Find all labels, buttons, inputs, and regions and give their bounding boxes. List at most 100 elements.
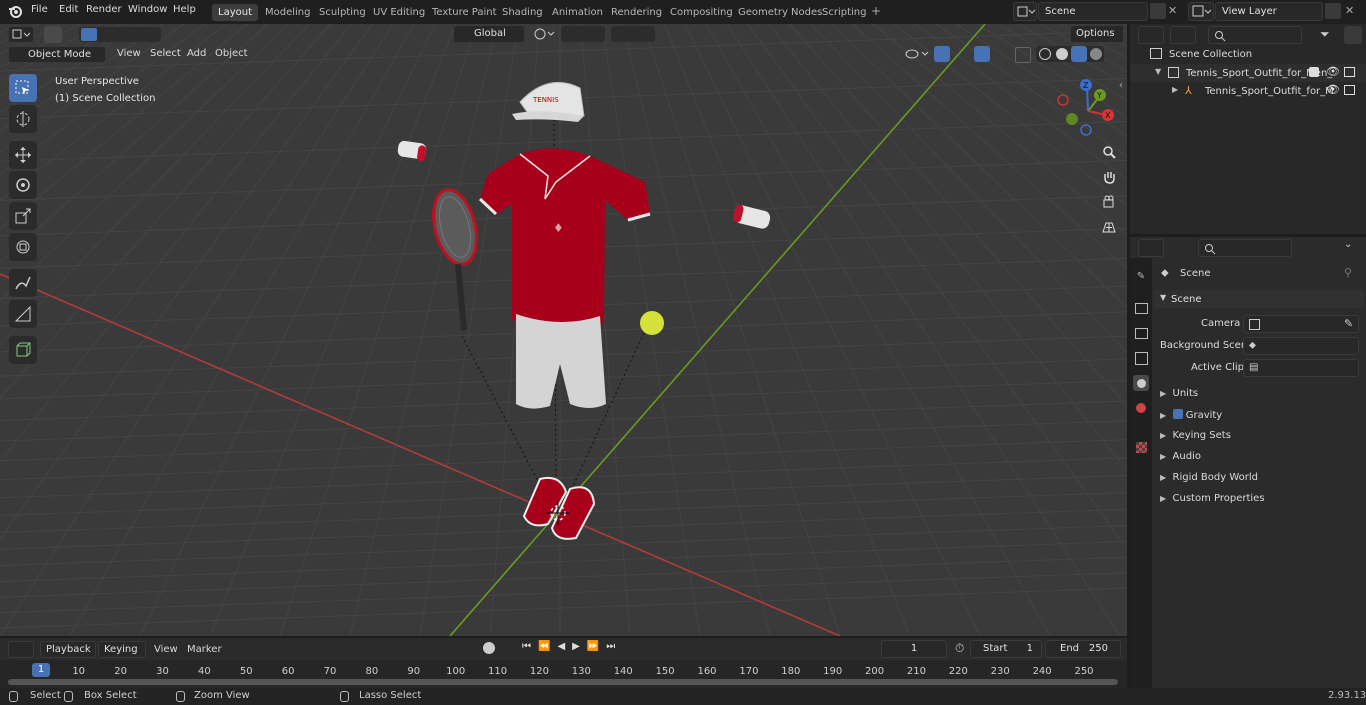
units-section[interactable]: ▶ Units (1160, 388, 1198, 399)
tab-sculpting[interactable]: Sculpting (313, 4, 372, 21)
proportional-editing-icon[interactable] (611, 26, 655, 42)
gravity-checkbox[interactable] (1172, 409, 1183, 419)
measure-tool[interactable] (9, 300, 37, 328)
active-clip-field[interactable]: ▤ (1243, 359, 1359, 377)
render-tab-icon[interactable] (1133, 300, 1149, 316)
menu-view[interactable]: View (114, 46, 144, 62)
select-box-tool[interactable] (9, 74, 37, 102)
select-tool-mode-icon[interactable] (44, 26, 62, 43)
display-mode-icon[interactable] (1170, 26, 1196, 44)
new-view-layer-icon[interactable] (1325, 3, 1341, 19)
pin-icon[interactable]: ⚲ (1344, 266, 1352, 279)
outliner-row-scene-collection[interactable]: Scene Collection (1130, 45, 1366, 63)
blender-logo-icon[interactable] (8, 4, 22, 18)
new-scene-icon[interactable] (1150, 3, 1166, 19)
world-tab-icon[interactable] (1133, 400, 1149, 416)
eye-icon[interactable]: 👁 (1326, 65, 1340, 78)
camera-view-icon[interactable] (1098, 191, 1120, 213)
custom-properties-section[interactable]: ▶ Custom Properties (1160, 493, 1265, 504)
filter-icon[interactable]: ⏷ (1320, 27, 1330, 42)
keying-sets-section[interactable]: ▶ Keying Sets (1160, 430, 1231, 441)
scene-tab-icon[interactable] (1133, 375, 1149, 391)
tab-scripting[interactable]: Scripting (816, 4, 872, 21)
menu-help[interactable]: Help (173, 4, 196, 15)
sidebar-toggle-icon[interactable]: ‹ (1119, 80, 1123, 91)
object-mode-dropdown[interactable]: Object Mode (8, 46, 106, 63)
add-workspace-icon[interactable]: + (871, 4, 881, 18)
timeline-scrollbar[interactable] (8, 679, 1118, 685)
zoom-view-icon[interactable] (1098, 141, 1120, 163)
scene-field[interactable]: Scene (1038, 2, 1148, 21)
menu-add[interactable]: Add (184, 46, 209, 62)
playback-controls[interactable]: ⏮⏪◀▶⏩⏭ (522, 641, 630, 658)
playback-dropdown[interactable]: Playback (40, 641, 96, 658)
overlay-toggle-icon[interactable] (974, 46, 990, 62)
end-frame-field[interactable]: End 250 (1045, 640, 1121, 658)
properties-editor-type-icon[interactable] (1138, 239, 1164, 257)
scale-tool[interactable] (9, 202, 37, 230)
menu-window[interactable]: Window (128, 4, 167, 15)
cursor-tool[interactable] (9, 105, 37, 133)
stopwatch-icon[interactable]: ⏱ (955, 641, 964, 656)
3d-viewport[interactable]: TENNIS ♦ Z Y X (0, 24, 1127, 636)
start-frame-field[interactable]: Start 1 (970, 640, 1042, 658)
add-cube-tool[interactable] (9, 336, 37, 364)
view-layer-field[interactable]: View Layer (1215, 2, 1323, 21)
rigid-body-world-section[interactable]: ▶ Rigid Body World (1160, 472, 1258, 483)
eye-icon[interactable]: 👁 (1326, 83, 1340, 96)
current-frame-field[interactable]: 1 (881, 640, 947, 658)
tab-shading[interactable]: Shading (496, 4, 549, 21)
snap-icon[interactable] (561, 26, 605, 42)
expand-arrow-icon[interactable]: ▶ (1172, 85, 1178, 94)
properties-search-input[interactable] (1198, 239, 1292, 257)
background-scene-field[interactable]: ⬥ (1243, 337, 1359, 355)
outliner-row-object[interactable]: ▶ ⅄ Tennis_Sport_Outfit_for_M 👁 (1130, 82, 1366, 100)
gizmo-toggle-icon[interactable] (934, 46, 950, 62)
move-tool[interactable] (9, 141, 37, 169)
pan-view-icon[interactable] (1098, 166, 1120, 188)
tab-rendering[interactable]: Rendering (605, 4, 668, 21)
scene-panel-header[interactable]: ▼ Scene (1154, 290, 1364, 308)
tab-animation[interactable]: Animation (546, 4, 609, 21)
audio-section[interactable]: ▶ Audio (1160, 451, 1201, 462)
transform-orientation-dropdown[interactable]: Global (453, 25, 525, 43)
menu-edit[interactable]: Edit (59, 4, 78, 15)
texture-tab-icon[interactable] (1133, 439, 1149, 455)
output-tab-icon[interactable] (1133, 325, 1149, 341)
expand-arrow-icon[interactable]: ▼ (1155, 67, 1161, 76)
outliner-row-collection[interactable]: ▼ Tennis_Sport_Outfit_for_Men_ 👁 (1130, 64, 1366, 82)
menu-render[interactable]: Render (86, 4, 122, 15)
options-dropdown[interactable]: Options (1070, 25, 1124, 43)
tool-tab-icon[interactable]: ✎ (1133, 268, 1149, 284)
view-layer-browse-icon[interactable] (1188, 2, 1214, 21)
expand-arrow-icon[interactable]: ▼ (1160, 293, 1166, 302)
tab-layout[interactable]: Layout (212, 4, 258, 21)
perspective-toggle-icon[interactable] (1098, 216, 1120, 238)
timeline-view-menu[interactable]: View (154, 644, 178, 655)
camera-render-icon[interactable] (1344, 67, 1355, 77)
annotate-tool[interactable] (9, 269, 37, 297)
outliner-search-input[interactable] (1208, 26, 1302, 44)
new-collection-icon[interactable] (1344, 26, 1362, 44)
transform-tool[interactable] (9, 233, 37, 261)
rotate-tool[interactable] (9, 171, 37, 199)
delete-view-layer-icon[interactable]: ✕ (1345, 4, 1354, 17)
delete-scene-icon[interactable]: ✕ (1168, 4, 1177, 17)
auto-keying-icon[interactable] (483, 642, 495, 654)
menu-select[interactable]: Select (147, 46, 184, 62)
outliner-editor-type-icon[interactable] (1138, 26, 1164, 44)
selection-mode-buttons[interactable] (79, 27, 161, 42)
tab-texture-paint[interactable]: Texture Paint (426, 4, 503, 21)
menu-file[interactable]: File (31, 4, 48, 15)
pivot-point-icon[interactable] (530, 26, 556, 42)
visibility-icon[interactable] (903, 46, 931, 62)
keying-dropdown[interactable]: Keying (98, 641, 146, 658)
scene-browse-icon[interactable] (1013, 2, 1037, 21)
timeline-marker-menu[interactable]: Marker (187, 644, 222, 655)
tab-uv-editing[interactable]: UV Editing (367, 4, 431, 21)
menu-object[interactable]: Object (212, 46, 251, 62)
gravity-section[interactable]: ▶ Gravity (1160, 409, 1222, 421)
chevron-down-icon[interactable]: ⌄ (1344, 239, 1352, 250)
camera-field[interactable]: ✎ (1243, 315, 1359, 333)
xray-icon[interactable] (1015, 47, 1031, 63)
